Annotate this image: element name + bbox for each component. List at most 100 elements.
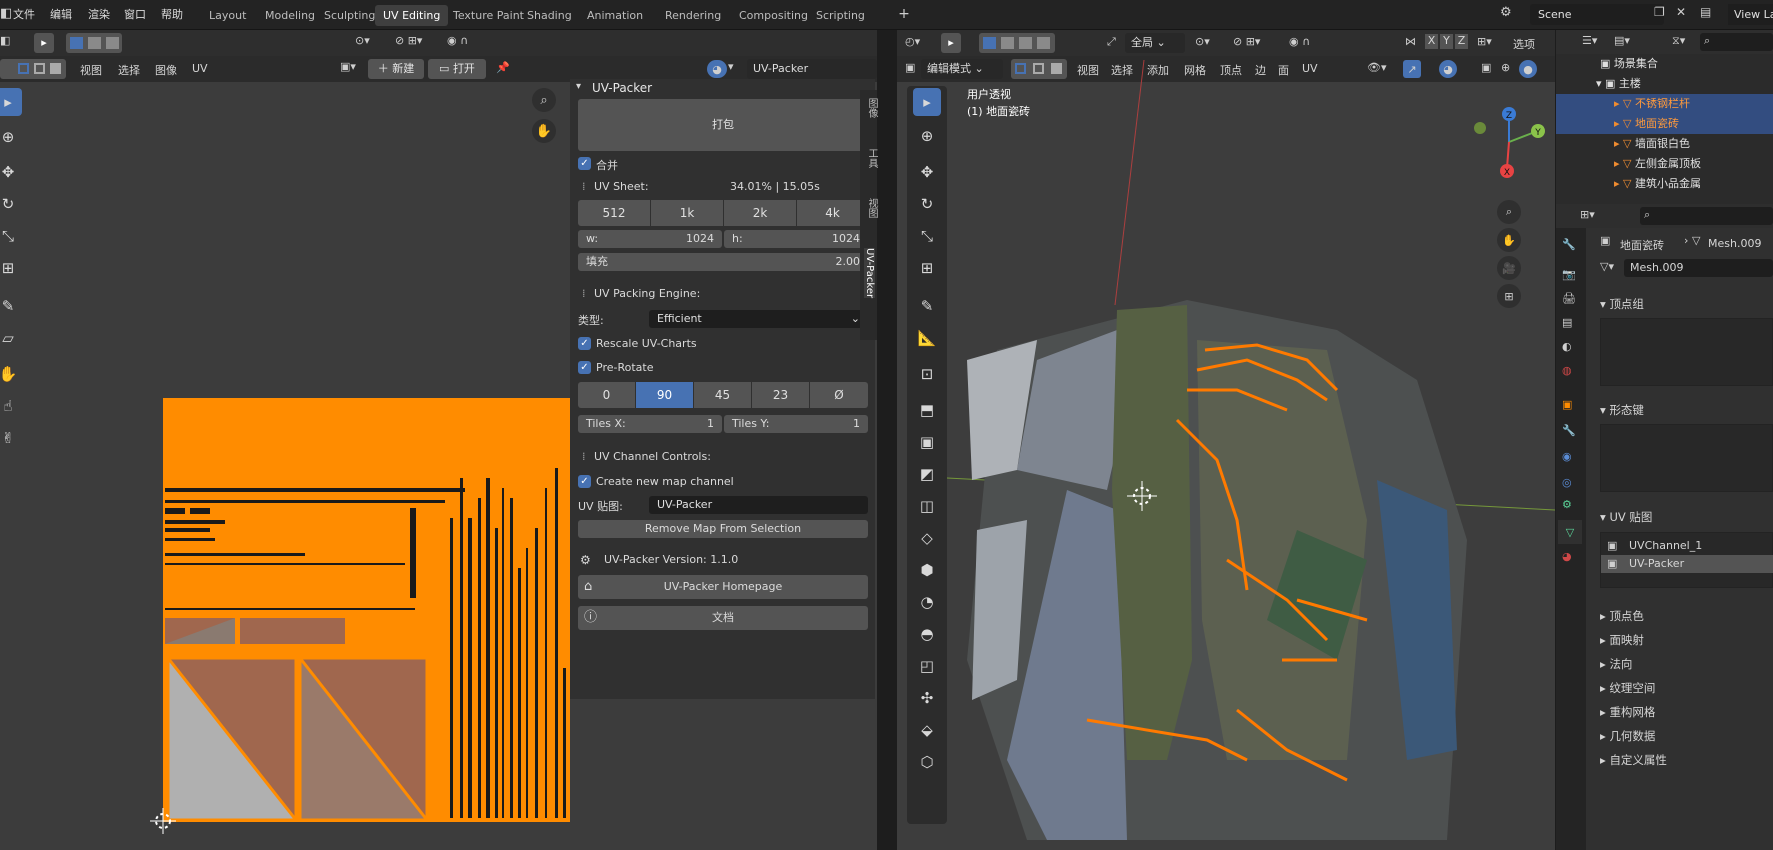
grab-tool-icon[interactable]: ✋	[0, 360, 22, 388]
workspace-tab[interactable]: Compositing	[731, 5, 816, 26]
extrude-tool-icon[interactable]: ⬒	[913, 396, 941, 424]
vertex-groups-panel-header[interactable]: ▾ 顶点组	[1600, 296, 1644, 312]
outliner-collection-main[interactable]: ▾ ▣ 主楼	[1556, 74, 1773, 94]
width-field[interactable]: w: 1024	[578, 230, 722, 248]
image-browse-icon[interactable]: ▣▾	[340, 60, 356, 73]
output-tab-icon[interactable]: 🖨	[1562, 292, 1576, 305]
outliner-item[interactable]: ▸ ▽ 左侧金属顶板	[1556, 154, 1773, 174]
select-tool-icon[interactable]: ▸	[34, 33, 54, 53]
inset-tool-icon[interactable]: ▣	[913, 428, 941, 456]
scene-name-field[interactable]: Scene	[1530, 4, 1664, 25]
workspace-tab[interactable]: Rendering	[657, 5, 729, 26]
uv-map-item[interactable]: ▣ UVChannel_1	[1601, 537, 1773, 555]
menu-file[interactable]: 文件	[13, 6, 35, 22]
mode-icon[interactable]: ▣	[905, 61, 915, 74]
size-1k-button[interactable]: 1k	[651, 200, 723, 226]
blender-logo-icon[interactable]: ◧	[0, 6, 12, 21]
pivot-icon[interactable]: ⊙▾	[355, 34, 370, 47]
mirror-icon[interactable]: ⋈	[1405, 35, 1416, 48]
vertex-groups-list[interactable]	[1600, 318, 1773, 386]
select-mode-new-icon[interactable]	[70, 37, 83, 49]
rip-tool-icon[interactable]: ⬡	[913, 748, 941, 776]
loop-cut-tool-icon[interactable]: ◫	[913, 492, 941, 520]
docs-button[interactable]: ⓘ 文档	[578, 606, 868, 630]
menu-window[interactable]: 窗口	[124, 6, 146, 22]
workspace-tab[interactable]: Scripting	[808, 5, 873, 26]
uv-layout-canvas[interactable]	[150, 368, 570, 834]
move-tool-icon[interactable]: ✥	[0, 158, 22, 186]
outliner-item[interactable]: ▸ ▽ 建筑小品金属	[1556, 174, 1773, 194]
select-mode-subtract-icon[interactable]	[106, 37, 119, 49]
options-menu[interactable]: 选项	[1513, 36, 1535, 52]
uv-menu-view[interactable]: 视图	[80, 62, 102, 78]
rotation-none-button[interactable]: Ø	[810, 382, 868, 408]
editor-type-icon[interactable]: ◧	[0, 34, 10, 47]
measure-tool-icon[interactable]: 📐	[913, 324, 941, 352]
prerotate-checkbox[interactable]: ✓	[578, 361, 591, 374]
tab-tool[interactable]: 工具	[864, 148, 879, 168]
image-slot-icon[interactable]: ◕	[707, 60, 727, 78]
scene-render[interactable]	[947, 60, 1555, 850]
uv-menu-uv[interactable]: UV	[192, 62, 208, 75]
shrink-tool-icon[interactable]: ✣	[913, 684, 941, 712]
select-mode-buttons[interactable]	[66, 33, 122, 53]
new-image-button[interactable]: ＋ 新建	[368, 59, 424, 79]
poly-build-tool-icon[interactable]: ⬢	[913, 556, 941, 584]
properties-search-input[interactable]: ⌕	[1640, 207, 1773, 225]
material-tab-icon[interactable]: ◕	[1562, 550, 1572, 563]
rotation-23-button[interactable]: 23	[752, 382, 809, 408]
mesh-browse-icon[interactable]: ▽▾	[1600, 260, 1614, 273]
menu-help[interactable]: 帮助	[161, 6, 183, 22]
rotation-90-button[interactable]: 90	[636, 382, 693, 408]
render-tab-icon[interactable]: 📷	[1562, 268, 1576, 281]
workspace-tab[interactable]: Layout	[201, 5, 254, 26]
bevel-tool-icon[interactable]: ◩	[913, 460, 941, 488]
padding-field[interactable]: 填充 2.00	[578, 253, 868, 271]
view-layer-field[interactable]: View La	[1728, 4, 1773, 25]
annotate-tool-icon[interactable]: ✎	[913, 292, 941, 320]
select-mode-extend-icon[interactable]	[1001, 37, 1014, 49]
cursor-tool-icon[interactable]: ⊕	[913, 122, 941, 150]
filter-icon[interactable]: ⧖▾	[1672, 34, 1685, 48]
object-tab-icon[interactable]: ▣	[1562, 398, 1572, 411]
add-cube-tool-icon[interactable]: ⊡	[913, 360, 941, 388]
transform-orientation-icon[interactable]: ⤢	[1107, 35, 1116, 49]
collapsed-panel-header[interactable]: ▸ 面映射	[1600, 632, 1644, 648]
collapsed-panel-header[interactable]: ▸ 顶点色	[1600, 608, 1644, 624]
pinch-tool-icon[interactable]: ✌	[0, 424, 22, 452]
tab-uv-packer[interactable]: UV-Packer	[864, 248, 875, 299]
size-512-button[interactable]: 512	[578, 200, 650, 226]
chevron-down-icon[interactable]: ▾	[728, 60, 734, 73]
edge-select-icon[interactable]	[34, 63, 45, 74]
outliner-editor-icon[interactable]: ☰▾	[1582, 34, 1597, 47]
select-box-tool-icon[interactable]: ▸	[913, 88, 941, 116]
mirror-z-toggle[interactable]: Z	[1455, 34, 1468, 49]
collapsed-panel-header[interactable]: ▸ 自定义属性	[1600, 752, 1667, 768]
rescale-checkbox[interactable]: ✓	[578, 337, 591, 350]
homepage-button[interactable]: ⌂ UV-Packer Homepage	[578, 575, 868, 599]
snap-icon[interactable]: ⊘ ⊞▾	[395, 34, 422, 47]
uv-maps-panel-header[interactable]: ▾ UV 贴图	[1600, 509, 1652, 525]
uv-map-item-active[interactable]: ▣ UV-Packer	[1601, 555, 1773, 573]
uv-menu-image[interactable]: 图像	[155, 62, 177, 78]
workspace-tab[interactable]: Modeling	[257, 5, 323, 26]
view-layer-icon[interactable]: ▤	[1700, 5, 1711, 19]
modifier-tab-icon[interactable]: 🔧	[1562, 424, 1576, 437]
shape-keys-panel-header[interactable]: ▾ 形态键	[1600, 402, 1644, 418]
remove-map-button[interactable]: Remove Map From Selection	[578, 520, 868, 538]
size-4k-button[interactable]: 4k	[797, 200, 868, 226]
pan-hand-icon[interactable]: ✋	[532, 119, 556, 143]
combine-checkbox[interactable]: ✓	[578, 157, 591, 170]
uv-sync-buttons[interactable]	[0, 59, 66, 79]
select-mode-invert-icon[interactable]	[1037, 37, 1050, 49]
tab-image[interactable]: 图像	[864, 98, 879, 118]
constraints-tab-icon[interactable]: ⚙	[1562, 498, 1572, 511]
mirror-y-toggle[interactable]: Y	[1440, 34, 1453, 49]
workspace-tab[interactable]: Shading	[519, 5, 580, 26]
cursor-tool-icon[interactable]: ⊕	[0, 123, 22, 151]
outliner-search-input[interactable]: ⌕	[1700, 33, 1773, 51]
pivot-icon[interactable]: ⊙▾	[1195, 35, 1210, 48]
close-icon[interactable]: ✕	[1676, 5, 1686, 19]
shear-tool-icon[interactable]: ⬙	[913, 716, 941, 744]
physics-tab-icon[interactable]: ◎	[1562, 476, 1572, 489]
